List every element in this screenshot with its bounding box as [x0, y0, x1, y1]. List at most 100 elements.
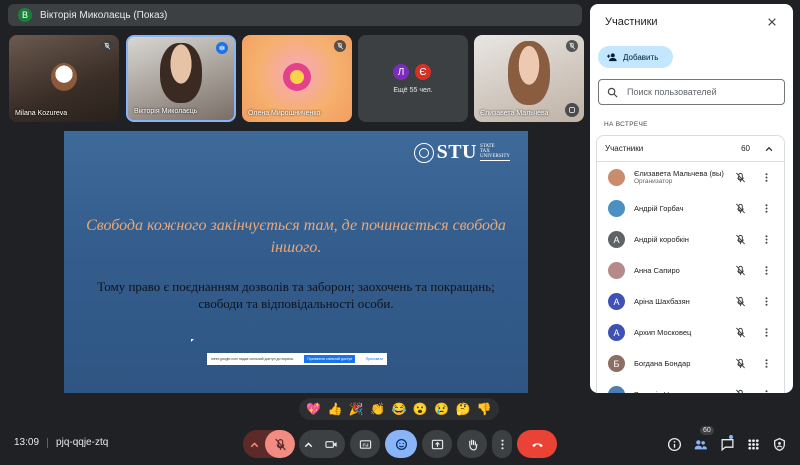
participant-row[interactable]: А Аріна Шахбазян	[597, 286, 784, 317]
mic-off-icon[interactable]	[735, 389, 746, 393]
mic-control	[243, 430, 295, 458]
mic-off-icon	[566, 40, 578, 52]
chat-icon[interactable]	[718, 435, 736, 453]
university-logo: STU STATE TAX UNIVERSITY	[413, 141, 510, 164]
meeting-code[interactable]: pjq-qqje-ztq	[56, 437, 108, 448]
more-participants-label: Ещё 55 чел.	[393, 87, 433, 94]
camera-options-button[interactable]	[299, 438, 317, 451]
cursor-icon	[191, 339, 194, 342]
participant-name: Архип Московец	[634, 328, 692, 337]
more-vert-icon[interactable]	[761, 358, 772, 369]
participant-row[interactable]: Б Богдана Бондар	[597, 348, 784, 379]
participant-name: Андрій Горбач	[634, 204, 684, 213]
participants-group-header[interactable]: Участники 60	[597, 136, 784, 162]
reaction-heart[interactable]: 💖	[306, 403, 321, 415]
reaction-thumbs-down[interactable]: 👎	[477, 403, 492, 415]
participant-row[interactable]: А Архип Московец	[597, 317, 784, 348]
shared-screen: STU STATE TAX UNIVERSITY Свобода кожного…	[64, 131, 528, 393]
camera-toggle-button[interactable]	[317, 438, 345, 451]
participant-row[interactable]: Валерія Н	[597, 379, 784, 393]
mic-off-icon[interactable]	[735, 358, 746, 369]
reaction-laugh[interactable]: 😂	[392, 403, 407, 415]
present-button[interactable]	[422, 430, 452, 458]
host-controls-icon[interactable]	[770, 435, 788, 453]
reaction-clap[interactable]: 👏	[370, 403, 385, 415]
reaction-sad[interactable]: 😢	[434, 403, 449, 415]
info-icon[interactable]	[665, 435, 683, 453]
emoji-button[interactable]	[385, 430, 417, 458]
more-vert-icon[interactable]	[761, 203, 772, 214]
participant-name: Валерія Н	[634, 390, 669, 393]
participant-row[interactable]: А Андрій коробкін	[597, 224, 784, 255]
raise-hand-button[interactable]	[457, 430, 487, 458]
slide-body: Тому право є поєднанням дозволів та забо…	[97, 279, 495, 311]
reaction-thinking[interactable]: 🤔	[455, 403, 470, 415]
mic-toggle-button[interactable]	[265, 430, 295, 458]
mic-off-icon[interactable]	[735, 327, 746, 338]
close-icon[interactable]	[765, 15, 779, 29]
avatar	[608, 386, 625, 393]
participant-row[interactable]: Андрій Горбач	[597, 193, 784, 224]
more-vert-icon[interactable]	[761, 389, 772, 393]
participant-name: Олена Мирошниченко	[248, 110, 321, 117]
more-vert-icon[interactable]	[761, 265, 772, 276]
pin-icon[interactable]	[565, 103, 579, 117]
avatar	[608, 169, 625, 186]
reactions-bar: 💖 👍 🎉 👏 😂 😮 😢 🤔 👎	[299, 398, 499, 420]
more-vert-icon[interactable]	[761, 172, 772, 183]
mic-off-icon[interactable]	[735, 265, 746, 276]
participant-name: Єлизавета Мальчева	[480, 110, 549, 117]
speaking-icon	[216, 42, 228, 54]
mic-off-icon[interactable]	[735, 203, 746, 214]
panel-title: Участники	[605, 16, 658, 28]
reaction-thumbs-up[interactable]: 👍	[328, 403, 343, 415]
more-options-button[interactable]	[492, 430, 512, 458]
participant-video	[160, 43, 202, 103]
participant-tile[interactable]: Єлизавета Мальчева	[474, 35, 584, 122]
participant-name: Аріна Шахбазян	[634, 297, 690, 306]
participant-role: Организатор	[634, 178, 673, 185]
mic-off-icon	[334, 40, 346, 52]
reaction-surprised[interactable]: 😮	[413, 403, 428, 415]
avatar	[608, 262, 625, 279]
chevron-up-icon	[765, 146, 773, 151]
mic-off-icon[interactable]	[735, 296, 746, 307]
captions-button[interactable]	[350, 430, 380, 458]
seal-icon	[413, 142, 434, 163]
participant-row[interactable]: Єлизавета Мальчева (вы) Организатор	[597, 162, 784, 193]
share-notification: meet.google.com надає спільний доступ до…	[207, 353, 387, 365]
mic-off-icon[interactable]	[735, 172, 746, 183]
hide-button[interactable]: Приховати	[366, 357, 383, 361]
avatar: А	[608, 293, 625, 310]
more-participants-tile[interactable]: Л Є Ещё 55 чел.	[358, 35, 468, 122]
participant-row[interactable]: Анна Сапиро	[597, 255, 784, 286]
search-icon	[607, 87, 618, 98]
participant-tile[interactable]: Олена Мирошниченко	[242, 35, 352, 122]
participants-list: Участники 60 Єлизавета Мальчева (вы) Орга…	[596, 135, 785, 393]
participant-tile[interactable]: Milana Kozureva	[9, 35, 119, 122]
participant-name: Анна Сапиро	[634, 266, 680, 275]
people-icon[interactable]	[691, 435, 709, 453]
participant-name: Єлизавета Мальчева (вы)	[634, 169, 724, 178]
participant-tile[interactable]: Вікторія Миколаєць	[126, 35, 236, 122]
search-input[interactable]: Поиск пользователей	[598, 79, 785, 105]
more-vert-icon[interactable]	[761, 296, 772, 307]
mic-options-button[interactable]	[243, 430, 265, 458]
reaction-party[interactable]: 🎉	[349, 403, 364, 415]
presenter-avatar: В	[18, 8, 32, 22]
avatar: А	[608, 324, 625, 341]
participant-name: Андрій коробкін	[634, 235, 689, 244]
leave-call-button[interactable]	[517, 430, 557, 458]
add-people-button[interactable]: Добавить	[598, 46, 673, 68]
participant-video	[51, 63, 77, 91]
presenter-bar: В Вікторія Миколаєць (Показ)	[8, 4, 582, 26]
participant-name: Milana Kozureva	[15, 110, 68, 117]
more-vert-icon[interactable]	[761, 327, 772, 338]
more-vert-icon[interactable]	[761, 234, 772, 245]
participant-avatar	[283, 63, 311, 91]
stop-sharing-button[interactable]: Припинити спільний доступ	[304, 355, 356, 363]
participants-count: 60	[741, 144, 750, 153]
activities-icon[interactable]	[744, 435, 762, 453]
slide-quote: Свобода кожного закінчується там, де поч…	[86, 217, 506, 256]
mic-off-icon[interactable]	[735, 234, 746, 245]
